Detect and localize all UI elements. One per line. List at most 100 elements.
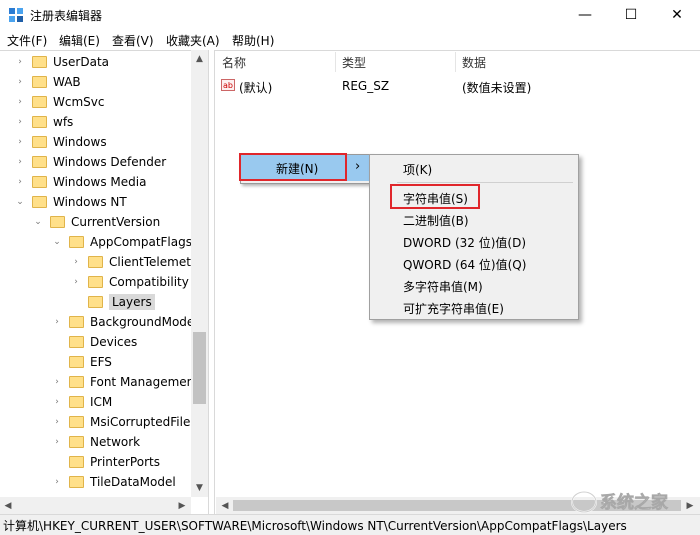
column-header-data[interactable]: 数据 bbox=[456, 52, 700, 72]
value-name: (默认) bbox=[239, 81, 273, 95]
tree-vertical-scroll-thumb[interactable] bbox=[193, 332, 206, 404]
tree-node-label: EFS bbox=[90, 355, 112, 369]
folder-icon bbox=[69, 376, 84, 388]
tree-node-label: wfs bbox=[53, 115, 74, 129]
submenu-item-dword-value[interactable]: DWORD (32 位)值(D) bbox=[403, 234, 526, 251]
submenu-item-qword-value[interactable]: QWORD (64 位)值(Q) bbox=[403, 256, 526, 273]
expand-arrow-icon[interactable]: › bbox=[14, 57, 26, 67]
collapse-arrow-icon[interactable]: ⌄ bbox=[51, 237, 63, 247]
folder-icon bbox=[32, 116, 47, 128]
tree-node[interactable]: › ClientTelemetr bbox=[70, 252, 196, 272]
string-value-icon: ab bbox=[221, 79, 235, 91]
collapse-arrow-icon[interactable]: ⌄ bbox=[32, 217, 44, 227]
collapse-arrow-icon[interactable]: ⌄ bbox=[14, 197, 26, 207]
tree-node-label: Windows Defender bbox=[53, 155, 167, 169]
scroll-down-icon[interactable]: ▼ bbox=[191, 481, 208, 495]
tree-horizontal-scrollbar[interactable] bbox=[0, 497, 191, 514]
folder-icon bbox=[88, 256, 103, 268]
tree-node[interactable]: › Windows bbox=[14, 132, 106, 152]
tree-node[interactable]: ⌄ AppCompatFlags bbox=[51, 232, 192, 252]
menu-favorites[interactable]: 收藏夹(A) bbox=[166, 32, 220, 49]
expand-arrow-icon[interactable]: › bbox=[51, 397, 63, 407]
tree-node-label: Layers bbox=[109, 294, 155, 310]
tree-node-label: Devices bbox=[90, 335, 138, 349]
expand-arrow-icon[interactable]: › bbox=[51, 437, 63, 447]
tree-node[interactable]: › Font Managemen bbox=[51, 372, 194, 392]
submenu-item-key[interactable]: 项(K) bbox=[403, 161, 432, 178]
maximize-button[interactable]: ☐ bbox=[608, 0, 654, 30]
tree-node[interactable]: › TileDataModel bbox=[51, 472, 176, 492]
menu-help[interactable]: 帮助(H) bbox=[232, 32, 274, 49]
expand-arrow-icon[interactable]: › bbox=[51, 317, 63, 327]
expand-arrow-icon[interactable]: › bbox=[14, 157, 26, 167]
tree-node[interactable]: › BackgroundMode bbox=[51, 312, 194, 332]
folder-icon bbox=[32, 96, 47, 108]
expand-arrow-icon[interactable]: › bbox=[51, 417, 63, 427]
list-row[interactable] bbox=[217, 76, 700, 96]
minimize-button[interactable]: — bbox=[562, 0, 608, 30]
tree-node-label: MsiCorruptedFile bbox=[90, 415, 191, 429]
tree-node[interactable]: PrinterPorts bbox=[51, 452, 160, 472]
scroll-left-icon[interactable]: ◀ bbox=[2, 499, 14, 512]
tree-node-selected[interactable]: Layers bbox=[70, 292, 155, 312]
tree-node[interactable]: EFS bbox=[51, 352, 112, 372]
tree-node[interactable]: › Windows Defender bbox=[14, 152, 166, 172]
folder-icon bbox=[32, 76, 47, 88]
tree-node[interactable]: Devices bbox=[51, 332, 137, 352]
scroll-up-icon[interactable]: ▲ bbox=[191, 52, 208, 66]
folder-icon bbox=[69, 476, 84, 488]
column-header-type[interactable]: 类型 bbox=[336, 52, 456, 72]
folder-icon bbox=[69, 436, 84, 448]
folder-icon bbox=[69, 336, 84, 348]
expand-arrow-icon[interactable]: › bbox=[70, 277, 82, 287]
close-button[interactable]: ✕ bbox=[654, 0, 700, 30]
tree-node[interactable]: ⌄ CurrentVersion bbox=[32, 212, 160, 232]
expand-arrow-icon[interactable]: › bbox=[51, 377, 63, 387]
expand-arrow-icon[interactable]: › bbox=[14, 97, 26, 107]
tree-node[interactable]: › Windows Media bbox=[14, 172, 146, 192]
folder-icon bbox=[69, 416, 84, 428]
folder-icon bbox=[69, 316, 84, 328]
tree-node[interactable]: › UserData bbox=[14, 52, 109, 72]
tree-node[interactable]: › MsiCorruptedFile bbox=[51, 412, 190, 432]
tree-node-label: WAB bbox=[53, 75, 81, 89]
tree-node[interactable]: › Compatibility A bbox=[70, 272, 201, 292]
red-highlight-box bbox=[239, 153, 347, 181]
tree-node[interactable]: › Network bbox=[51, 432, 140, 452]
value-type: REG_SZ bbox=[342, 79, 390, 93]
submenu-item-multi-string-value[interactable]: 多字符串值(M) bbox=[403, 278, 483, 295]
watermark-logo: 系统之家 bbox=[570, 488, 695, 516]
tree-node-label: TileDataModel bbox=[90, 475, 176, 489]
column-header-name[interactable]: 名称 bbox=[216, 52, 336, 72]
tree-node-label: Font Managemen bbox=[90, 375, 195, 389]
tree-node[interactable]: ⌄ Windows NT bbox=[14, 192, 127, 212]
tree-node[interactable]: › wfs bbox=[14, 112, 73, 132]
tree-node[interactable]: › ICM bbox=[51, 392, 112, 412]
expand-arrow-icon[interactable]: › bbox=[51, 477, 63, 487]
folder-icon bbox=[69, 236, 84, 248]
tree-node[interactable]: › WAB bbox=[14, 72, 81, 92]
watermark-logo-icon: 系统之家 bbox=[571, 491, 668, 513]
folder-icon bbox=[69, 356, 84, 368]
expand-arrow-icon[interactable]: › bbox=[14, 177, 26, 187]
tree-node-label: ClientTelemetr bbox=[109, 255, 196, 269]
folder-icon bbox=[50, 216, 65, 228]
registry-tree[interactable]: › UserData › WAB › WcmSvc › wfs › Windows › Wi… bbox=[0, 50, 209, 515]
expand-arrow-icon[interactable]: › bbox=[14, 117, 26, 127]
tree-node[interactable]: › WcmSvc bbox=[14, 92, 104, 112]
expand-arrow-icon[interactable]: › bbox=[14, 77, 26, 87]
tree-node-label: BackgroundMode bbox=[90, 315, 195, 329]
tree-node-label: Windows NT bbox=[53, 195, 127, 209]
submenu-item-binary-value[interactable]: 二进制值(B) bbox=[403, 212, 469, 229]
expand-arrow-icon[interactable]: › bbox=[70, 257, 82, 267]
scroll-left-icon[interactable]: ◀ bbox=[219, 499, 231, 512]
menu-view[interactable]: 查看(V) bbox=[112, 32, 154, 49]
submenu-item-expandable-string-value[interactable]: 可扩充字符串值(E) bbox=[403, 300, 504, 317]
menu-edit[interactable]: 编辑(E) bbox=[59, 32, 100, 49]
folder-icon bbox=[69, 456, 84, 468]
watermark-text: 系统之家 bbox=[600, 492, 668, 513]
scroll-right-icon[interactable]: ▶ bbox=[176, 499, 188, 512]
menu-file[interactable]: 文件(F) bbox=[7, 32, 47, 49]
tree-vertical-scrollbar[interactable] bbox=[191, 50, 208, 497]
expand-arrow-icon[interactable]: › bbox=[14, 137, 26, 147]
